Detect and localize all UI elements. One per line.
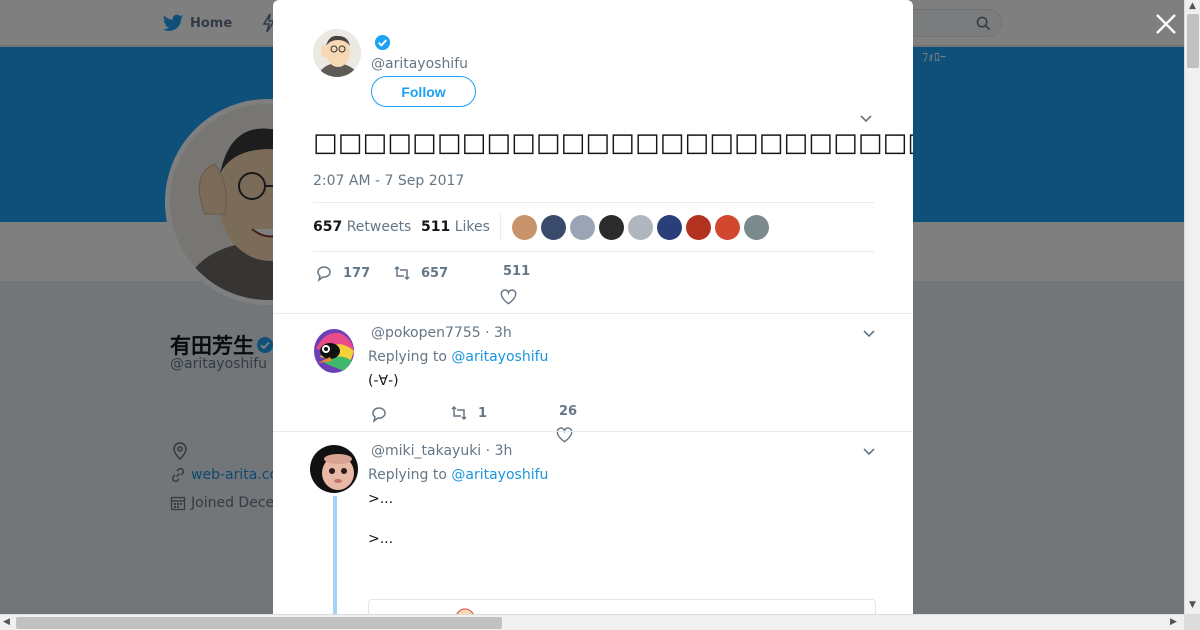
reply-icon <box>372 407 386 423</box>
reply-text: (-∀-) <box>368 373 399 389</box>
reply-header: @pokopen7755 · 3h <box>371 325 512 341</box>
liker-avatar[interactable] <box>744 215 769 240</box>
reply-text-line: >... <box>368 491 394 507</box>
retweet-count: 1 <box>478 405 488 421</box>
replying-to-link[interactable]: @aritayoshifu <box>451 349 548 365</box>
likers-avatars <box>512 215 769 240</box>
scrollbar-corner <box>1184 614 1200 630</box>
reply-action[interactable]: 177 <box>315 264 370 282</box>
liker-avatar[interactable] <box>628 215 653 240</box>
reply-handle[interactable]: @pokopen7755 <box>371 325 481 341</box>
replying-prefix: Replying to <box>368 349 447 365</box>
replying-to: Replying to @aritayoshifu <box>368 467 548 483</box>
reply-time[interactable]: 3h <box>494 325 512 341</box>
quoted-avatar <box>456 608 474 614</box>
tweet-timestamp[interactable]: 2:07 AM - 7 Sep 2017 <box>313 173 464 189</box>
tweet-author-avatar[interactable] <box>313 29 361 77</box>
close-icon[interactable] <box>1153 11 1179 37</box>
retweet-action[interactable]: 657 <box>393 264 448 282</box>
reply-tweet[interactable]: @pokopen7755 · 3h Replying to @aritayosh… <box>273 313 913 443</box>
replying-to-link[interactable]: @aritayoshifu <box>451 467 548 483</box>
like-action-count: 511 <box>503 264 531 279</box>
scroll-left-arrow-icon[interactable]: ◀ <box>3 617 10 627</box>
reply-action[interactable] <box>370 405 388 423</box>
verified-badge-icon <box>374 34 391 51</box>
heart-icon[interactable] <box>500 289 517 305</box>
liker-avatar[interactable] <box>657 215 682 240</box>
reply-time[interactable]: 3h <box>495 443 513 459</box>
retweets-label: Retweets <box>346 219 412 235</box>
reply-header: @miki_takayuki · 3h <box>371 443 513 459</box>
tweet-modal: @aritayoshifu Follow □□□□□□□□□□□□□□□□□□□… <box>273 0 913 614</box>
tweet-text: □□□□□□□□□□□□□□□□□□□□□□□□□□□□□□□□□□□□□□□□… <box>313 128 913 158</box>
replying-to: Replying to @aritayoshifu <box>368 349 548 365</box>
liker-avatar[interactable] <box>512 215 537 240</box>
tweet-author-handle[interactable]: @aritayoshifu <box>371 56 468 72</box>
quoted-tweet-card[interactable] <box>368 599 876 614</box>
liker-avatar[interactable] <box>570 215 595 240</box>
scroll-up-arrow-icon[interactable]: ▲ <box>1189 1 1196 11</box>
like-count: 26 <box>559 404 578 419</box>
reply-handle[interactable]: @miki_takayuki <box>371 443 481 459</box>
likes-stat[interactable]: 511 Likes <box>421 219 490 235</box>
replying-prefix: Replying to <box>368 467 447 483</box>
scroll-down-arrow-icon[interactable]: ▼ <box>1189 600 1196 610</box>
chevron-down-icon[interactable] <box>862 329 876 339</box>
liker-avatar[interactable] <box>599 215 624 240</box>
chevron-down-icon[interactable] <box>859 114 873 124</box>
retweet-icon <box>394 265 410 281</box>
reply-count: 177 <box>343 265 371 281</box>
like-count-label: 511 <box>503 264 530 279</box>
likes-label: Likes <box>454 219 490 235</box>
tweet-stats: 657 Retweets 511 Likes <box>313 202 874 252</box>
reply-author-avatar[interactable] <box>310 327 356 373</box>
likes-count: 511 <box>421 219 451 235</box>
reply-author-avatar[interactable] <box>310 445 358 493</box>
like-count-label: 26 <box>559 404 577 419</box>
retweet-action[interactable]: 1 <box>450 404 487 422</box>
retweets-count: 657 <box>313 219 343 235</box>
liker-avatar[interactable] <box>541 215 566 240</box>
retweet-count: 657 <box>421 265 449 281</box>
liker-avatar[interactable] <box>686 215 711 240</box>
scroll-right-arrow-icon[interactable]: ▶ <box>1170 617 1177 627</box>
horizontal-scroll-thumb[interactable] <box>16 617 502 629</box>
vertical-scrollbar[interactable]: ▲ ▼ <box>1184 0 1200 614</box>
thread-connector-line <box>333 496 337 614</box>
retweet-icon <box>451 405 467 421</box>
stats-divider <box>500 213 501 241</box>
liker-avatar[interactable] <box>715 215 740 240</box>
follow-button[interactable]: Follow <box>371 76 476 107</box>
vertical-scroll-thumb[interactable] <box>1187 14 1199 68</box>
horizontal-scrollbar[interactable]: ◀ ▶ <box>0 614 1184 630</box>
retweets-stat[interactable]: 657 Retweets <box>313 219 411 235</box>
reply-tweet[interactable]: @miki_takayuki · 3h Replying to @aritayo… <box>273 431 913 614</box>
reply-icon <box>317 266 331 282</box>
chevron-down-icon[interactable] <box>862 447 876 457</box>
reply-text-line: >... <box>368 531 394 547</box>
